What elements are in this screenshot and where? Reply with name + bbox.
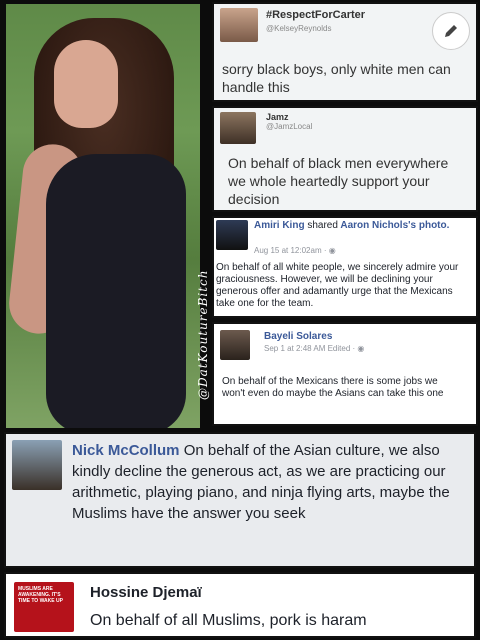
- avatar[interactable]: [12, 440, 62, 490]
- tweet-author[interactable]: #RespectForCarter: [266, 9, 365, 21]
- post-text: On behalf of the Mexicans there is some …: [222, 376, 444, 399]
- avatar[interactable]: [216, 220, 248, 250]
- tweet-author[interactable]: Jamz: [266, 112, 289, 122]
- face-shape: [54, 40, 118, 128]
- avatar[interactable]: [220, 330, 250, 360]
- woman-photo: [6, 4, 200, 428]
- pencil-icon: [445, 25, 457, 37]
- tweet-text: On behalf of black men everywhere we who…: [228, 155, 449, 207]
- watermark: @DatKoutureBitch: [196, 269, 210, 400]
- avatar-text: MUSLIMS ARE AWAKENING. IT'S TIME TO WAKE…: [18, 586, 63, 604]
- post-text: On behalf of all white people, we sincer…: [216, 262, 459, 309]
- tweet-handle[interactable]: @JamzLocal: [266, 122, 312, 131]
- tweet-text: sorry black boys, only white men can han…: [222, 61, 451, 95]
- post-timestamp[interactable]: Sep 1 at 2:48 AM Edited ·: [264, 344, 357, 353]
- comment-author[interactable]: Hossine Djemaï: [90, 582, 202, 603]
- post-author[interactable]: Amiri King: [254, 220, 305, 231]
- fb-post-amiri: Amiri King shared Aaron Nichols's photo.…: [212, 216, 478, 318]
- post-target[interactable]: Aaron Nichols's photo.: [340, 220, 449, 231]
- post-meta: Sep 1 at 2:48 AM Edited · ◉: [264, 344, 364, 353]
- tweet-card-respect: #RespectForCarter @KelseyReynolds sorry …: [212, 2, 478, 102]
- fb-post-bayeli: Bayeli Solares Sep 1 at 2:48 AM Edited ·…: [212, 322, 478, 426]
- tweet-card-jamz: Jamz @JamzLocal On behalf of black men e…: [212, 106, 478, 212]
- post-author[interactable]: Bayeli Solares: [264, 331, 332, 342]
- globe-icon: ◉: [357, 344, 365, 353]
- edit-button[interactable]: [432, 12, 470, 50]
- comment-text: On behalf of all Muslims, pork is haram: [90, 612, 367, 629]
- post-action: shared: [307, 220, 338, 231]
- body-shape: [46, 154, 186, 428]
- comment-author[interactable]: Nick McCollum: [72, 442, 180, 459]
- tweet-handle[interactable]: @KelseyReynolds: [266, 24, 331, 33]
- globe-icon: ◉: [328, 246, 336, 255]
- avatar[interactable]: MUSLIMS ARE AWAKENING. IT'S TIME TO WAKE…: [14, 582, 74, 632]
- post-timestamp[interactable]: Aug 15 at 12:02am ·: [254, 246, 329, 255]
- avatar[interactable]: [220, 112, 256, 144]
- avatar[interactable]: [220, 8, 258, 42]
- comment-hossine: MUSLIMS ARE AWAKENING. IT'S TIME TO WAKE…: [4, 572, 476, 638]
- comment-body: Nick McCollum On behalf of the Asian cul…: [72, 440, 470, 524]
- comment-nick: Nick McCollum On behalf of the Asian cul…: [4, 432, 476, 568]
- post-meta: Aug 15 at 12:02am · ◉: [254, 246, 336, 255]
